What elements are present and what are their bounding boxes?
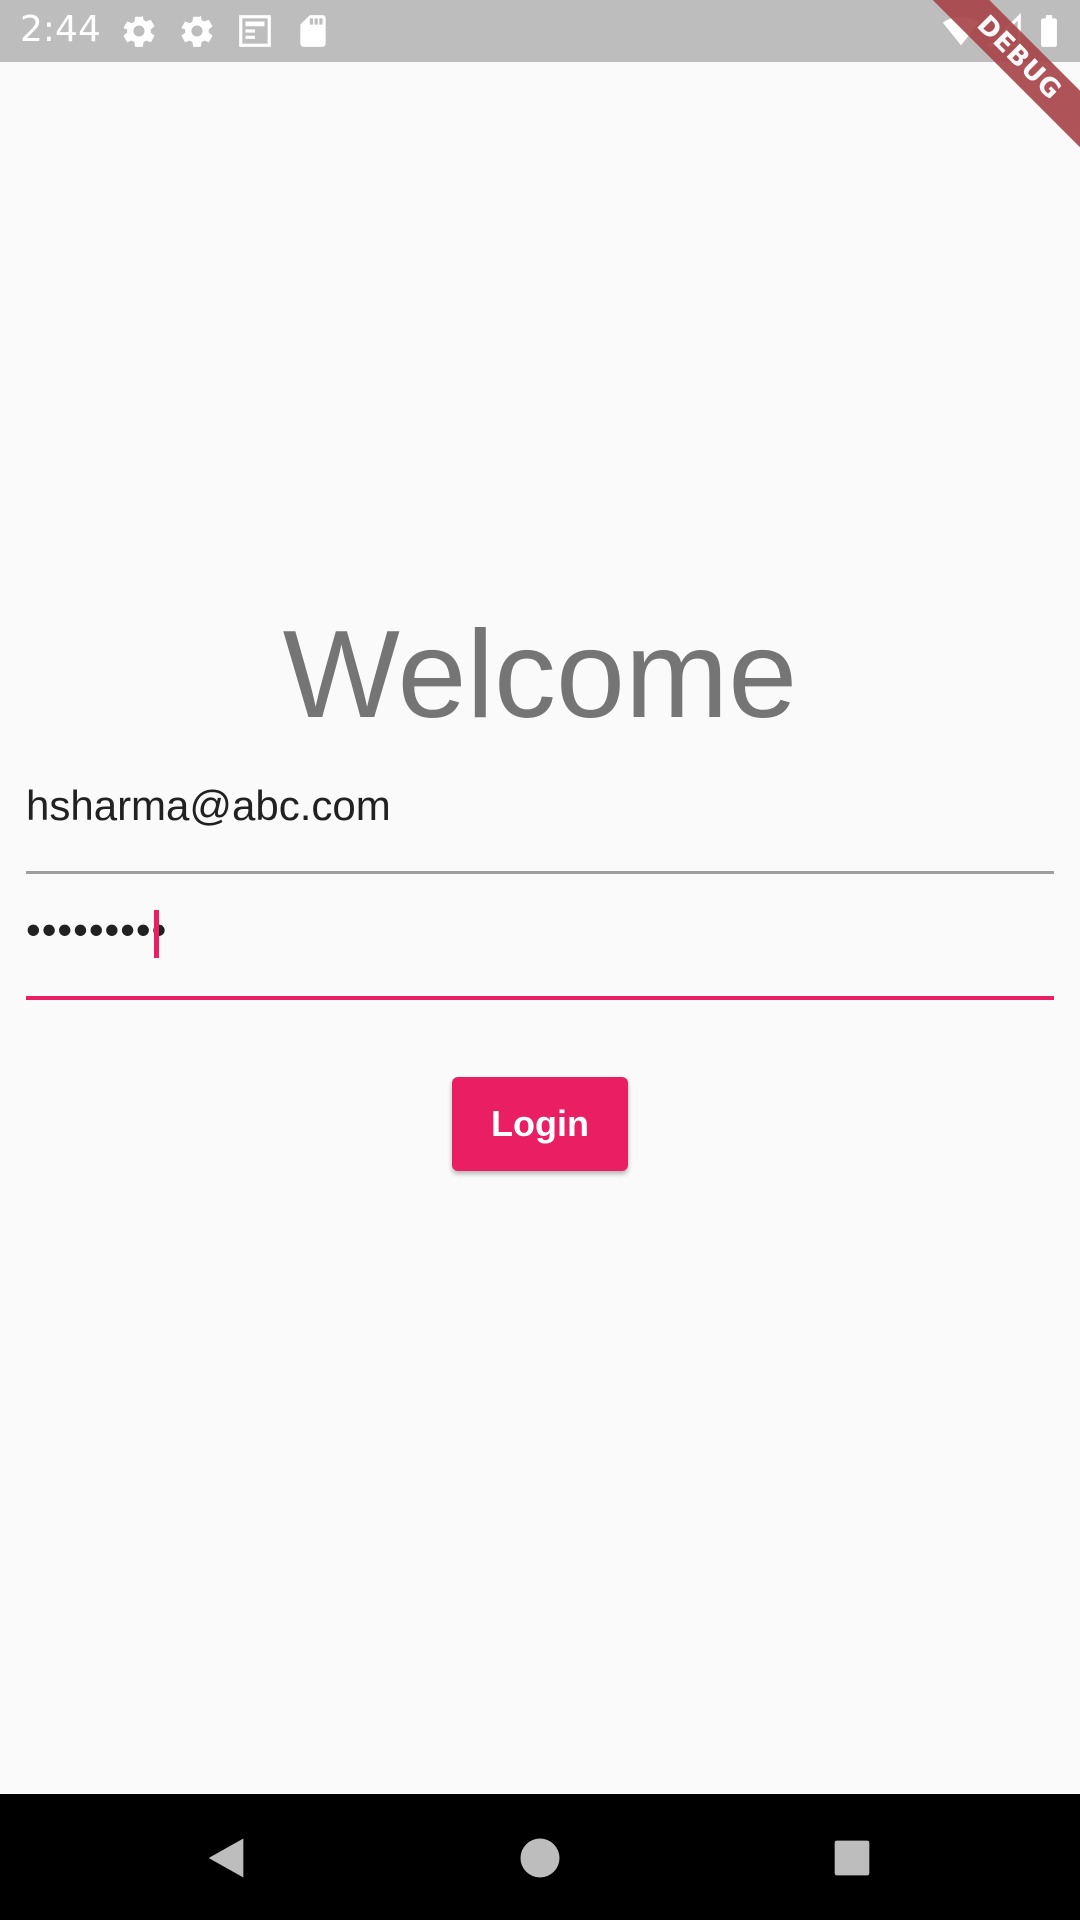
gear-icon (181, 15, 213, 47)
status-bar: 2:44 (0, 0, 1080, 62)
recents-icon[interactable] (826, 1832, 878, 1884)
email-field[interactable]: hsharma@abc.com (26, 770, 1054, 874)
text-cursor (154, 910, 159, 958)
sd-card-icon (300, 15, 326, 47)
login-button[interactable]: Login (452, 1077, 628, 1171)
navigation-bar (0, 1794, 1080, 1920)
email-field-value[interactable]: hsharma@abc.com (26, 782, 391, 830)
login-screen: 2:44 DEBUG Welcome hsharma@abc.com •••••… (0, 0, 1080, 1920)
password-field-underline (26, 996, 1054, 1000)
password-field-value[interactable]: ••••••••• (26, 906, 167, 954)
signal-icon (986, 12, 1021, 47)
email-field-underline (26, 871, 1054, 874)
password-field[interactable]: ••••••••• (26, 896, 1054, 1000)
wifi-icon (942, 16, 980, 46)
page-title: Welcome (282, 606, 798, 744)
home-icon[interactable] (514, 1832, 566, 1884)
status-time: 2:44 (20, 9, 101, 50)
news-icon (239, 15, 271, 47)
battery-icon (1041, 15, 1057, 47)
gear-icon (123, 15, 155, 47)
back-icon[interactable] (200, 1832, 252, 1884)
